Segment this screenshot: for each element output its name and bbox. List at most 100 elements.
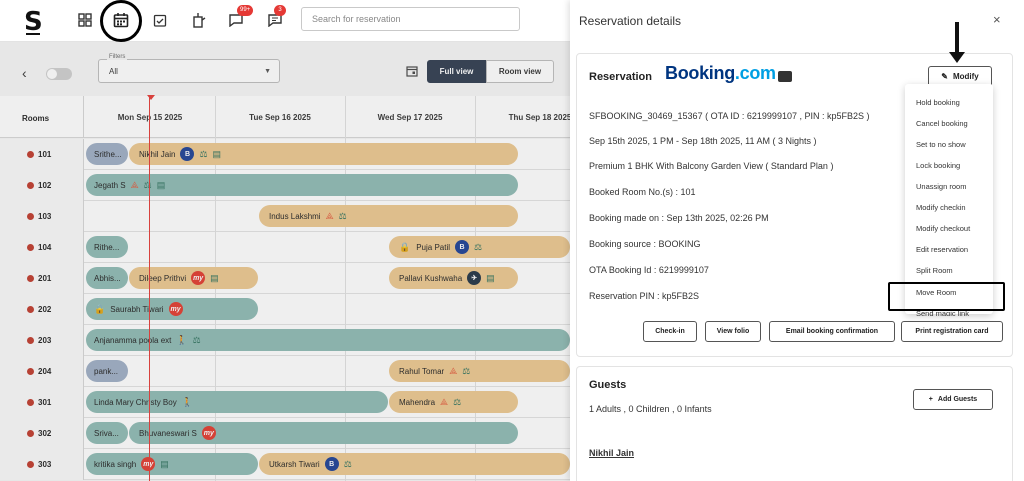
booking-bar[interactable]: Linda Mary Christy Boy 🚶 (86, 391, 388, 413)
menu-item-lock-booking[interactable]: Lock booking (916, 161, 960, 170)
airbnb-icon: ⟁ (449, 365, 458, 376)
close-icon[interactable]: × (993, 12, 1001, 27)
ota-booking-id: OTA Booking Id : 6219999107 (589, 265, 709, 275)
pencil-icon: ✎ (941, 72, 948, 81)
room-label: 104 (0, 232, 84, 263)
room-status-dot (27, 151, 34, 158)
booking-bar[interactable]: 🔒 Saurabh Tiwari my (86, 298, 258, 320)
calendar-check-icon[interactable] (149, 9, 171, 31)
booking-bar[interactable]: Utkarsh Tiwari B ⚖ (259, 453, 570, 475)
view-folio-button[interactable]: View folio (705, 321, 761, 342)
booking-bar[interactable]: Abhis... (86, 267, 128, 289)
housekeeping-icon[interactable] (188, 9, 210, 31)
note-icon: ▤ (486, 272, 495, 283)
booking-bar[interactable]: Indus Lakshmi ⟁ ⚖ (259, 205, 518, 227)
logo-underline (26, 33, 40, 35)
room-status-dot (27, 368, 34, 375)
menu-item-no-show[interactable]: Set to no show (916, 140, 966, 149)
room-label: 302 (0, 418, 84, 449)
room-status-dot (27, 430, 34, 437)
room-label: 204 (0, 356, 84, 387)
reservation-pin: Reservation PIN : kp5FB2S (589, 291, 700, 301)
room-label: 301 (0, 387, 84, 418)
modify-menu: Hold booking Cancel booking Set to no sh… (905, 84, 993, 316)
room-status-dot (27, 461, 34, 468)
booking-bar[interactable]: pank... (86, 360, 128, 382)
annotation-arrow (955, 22, 959, 56)
scale-icon: ⚖ (143, 179, 152, 190)
booked-room: Booked Room No.(s) : 101 (589, 187, 696, 197)
check-in-button[interactable]: Check-in (643, 321, 697, 342)
lock-icon: 🔒 (399, 241, 411, 252)
guest-name[interactable]: Nikhil Jain (589, 448, 634, 458)
dashboard-icon[interactable] (74, 9, 96, 31)
makemytrip-icon: my (201, 426, 216, 440)
room-status-dot (27, 275, 34, 282)
menu-item-cancel-booking[interactable]: Cancel booking (916, 119, 968, 128)
menu-item-hold-booking[interactable]: Hold booking (916, 98, 960, 107)
booking-bar[interactable]: Rahul Tomar ⟁ ⚖ (389, 360, 570, 382)
scale-icon: ⚖ (343, 458, 352, 469)
top-bar: S 99+ 3 Search for reservation (0, 0, 570, 42)
toggle-switch[interactable] (46, 68, 72, 80)
makemytrip-icon: my (191, 271, 206, 285)
date-picker-icon[interactable] (406, 64, 418, 82)
booking-made-on: Booking made on : Sep 13th 2025, 02:26 P… (589, 213, 769, 223)
print-registration-button[interactable]: Print registration card (901, 321, 1003, 342)
menu-item-modify-checkout[interactable]: Modify checkout (916, 224, 970, 233)
note-icon: ▤ (156, 179, 166, 190)
chat-icon[interactable]: 99+ (225, 5, 254, 31)
menu-item-edit-reservation[interactable]: Edit reservation (916, 245, 968, 254)
booking-bar[interactable]: 🔒 Puja Patil B ⚖ (389, 236, 570, 258)
stay-dates: Sep 15th 2025, 1 PM - Sep 18th 2025, 11 … (589, 136, 817, 146)
booking-bar[interactable]: Srithe... (86, 143, 128, 165)
room-status-dot (27, 182, 34, 189)
room-status-dot (27, 306, 34, 313)
room-status-dot (27, 213, 34, 220)
booking-bar[interactable]: Rithe... (86, 236, 128, 258)
message-badge: 3 (274, 5, 286, 16)
scale-icon: ⚖ (453, 396, 462, 407)
booking-bar[interactable]: Anjanamma poola ext 🚶 ⚖ (86, 329, 570, 351)
booking-bar[interactable]: Mahendra ⟁ ⚖ (389, 391, 518, 413)
booking-com-icon: B (180, 147, 195, 161)
add-guests-button[interactable]: + Add Guests (913, 389, 993, 410)
booking-bar[interactable]: Bhuvaneswari Smy (129, 422, 518, 444)
booking-com-icon: B (324, 457, 339, 471)
room-label: 201 (0, 263, 84, 294)
walk-in-icon: 🚶 (181, 396, 193, 407)
day-header: Wed Sep 17 2025 (377, 113, 443, 122)
airline-icon: ✈ (467, 271, 482, 285)
scale-icon: ⚖ (462, 365, 471, 376)
full-view-button[interactable]: Full view (427, 60, 486, 83)
airbnb-icon: ⟁ (130, 179, 139, 190)
highlight-circle (100, 0, 142, 42)
room-label: 103 (0, 201, 84, 232)
scale-icon: ⚖ (474, 241, 483, 252)
search-input[interactable]: Search for reservation (301, 7, 520, 31)
room-status-dot (27, 399, 34, 406)
room-label: 102 (0, 170, 84, 201)
menu-item-modify-checkin[interactable]: Modify checkin (916, 203, 966, 212)
message-icon[interactable]: 3 (264, 5, 286, 31)
booking-bar[interactable]: Pallavi Kushwaha ✈ ▤ (389, 267, 518, 289)
message-icon[interactable] (778, 71, 792, 82)
current-time-line (149, 96, 150, 481)
menu-item-unassign-room[interactable]: Unassign room (916, 182, 966, 191)
back-chevron-icon[interactable]: ‹ (22, 65, 27, 81)
booking-bar[interactable]: kritika singhmy▤ (86, 453, 258, 475)
room-plan: Premium 1 BHK With Balcony Garden View (… (589, 161, 834, 171)
note-icon: ▤ (160, 458, 169, 469)
filters-select[interactable]: Filters All ▼ (98, 54, 280, 83)
room-status-dot (27, 337, 34, 344)
email-confirmation-button[interactable]: Email booking confirmation (769, 321, 895, 342)
booking-bar[interactable]: Sriva... (86, 422, 128, 444)
filters-label: Filters (107, 54, 128, 60)
menu-item-split-room[interactable]: Split Room (916, 266, 953, 275)
room-view-button[interactable]: Room view (486, 60, 554, 83)
day-header: Mon Sep 15 2025 (117, 113, 183, 122)
scale-icon: ⚖ (199, 148, 208, 159)
booking-bar[interactable]: Jegath S ⟁ ⚖ ▤ (86, 174, 518, 196)
reservation-id: SFBOOKING_30469_15367 ( OTA ID : 6219999… (589, 111, 870, 121)
booking-bar[interactable]: Nikhil Jain B ⚖ ▤ (129, 143, 518, 165)
